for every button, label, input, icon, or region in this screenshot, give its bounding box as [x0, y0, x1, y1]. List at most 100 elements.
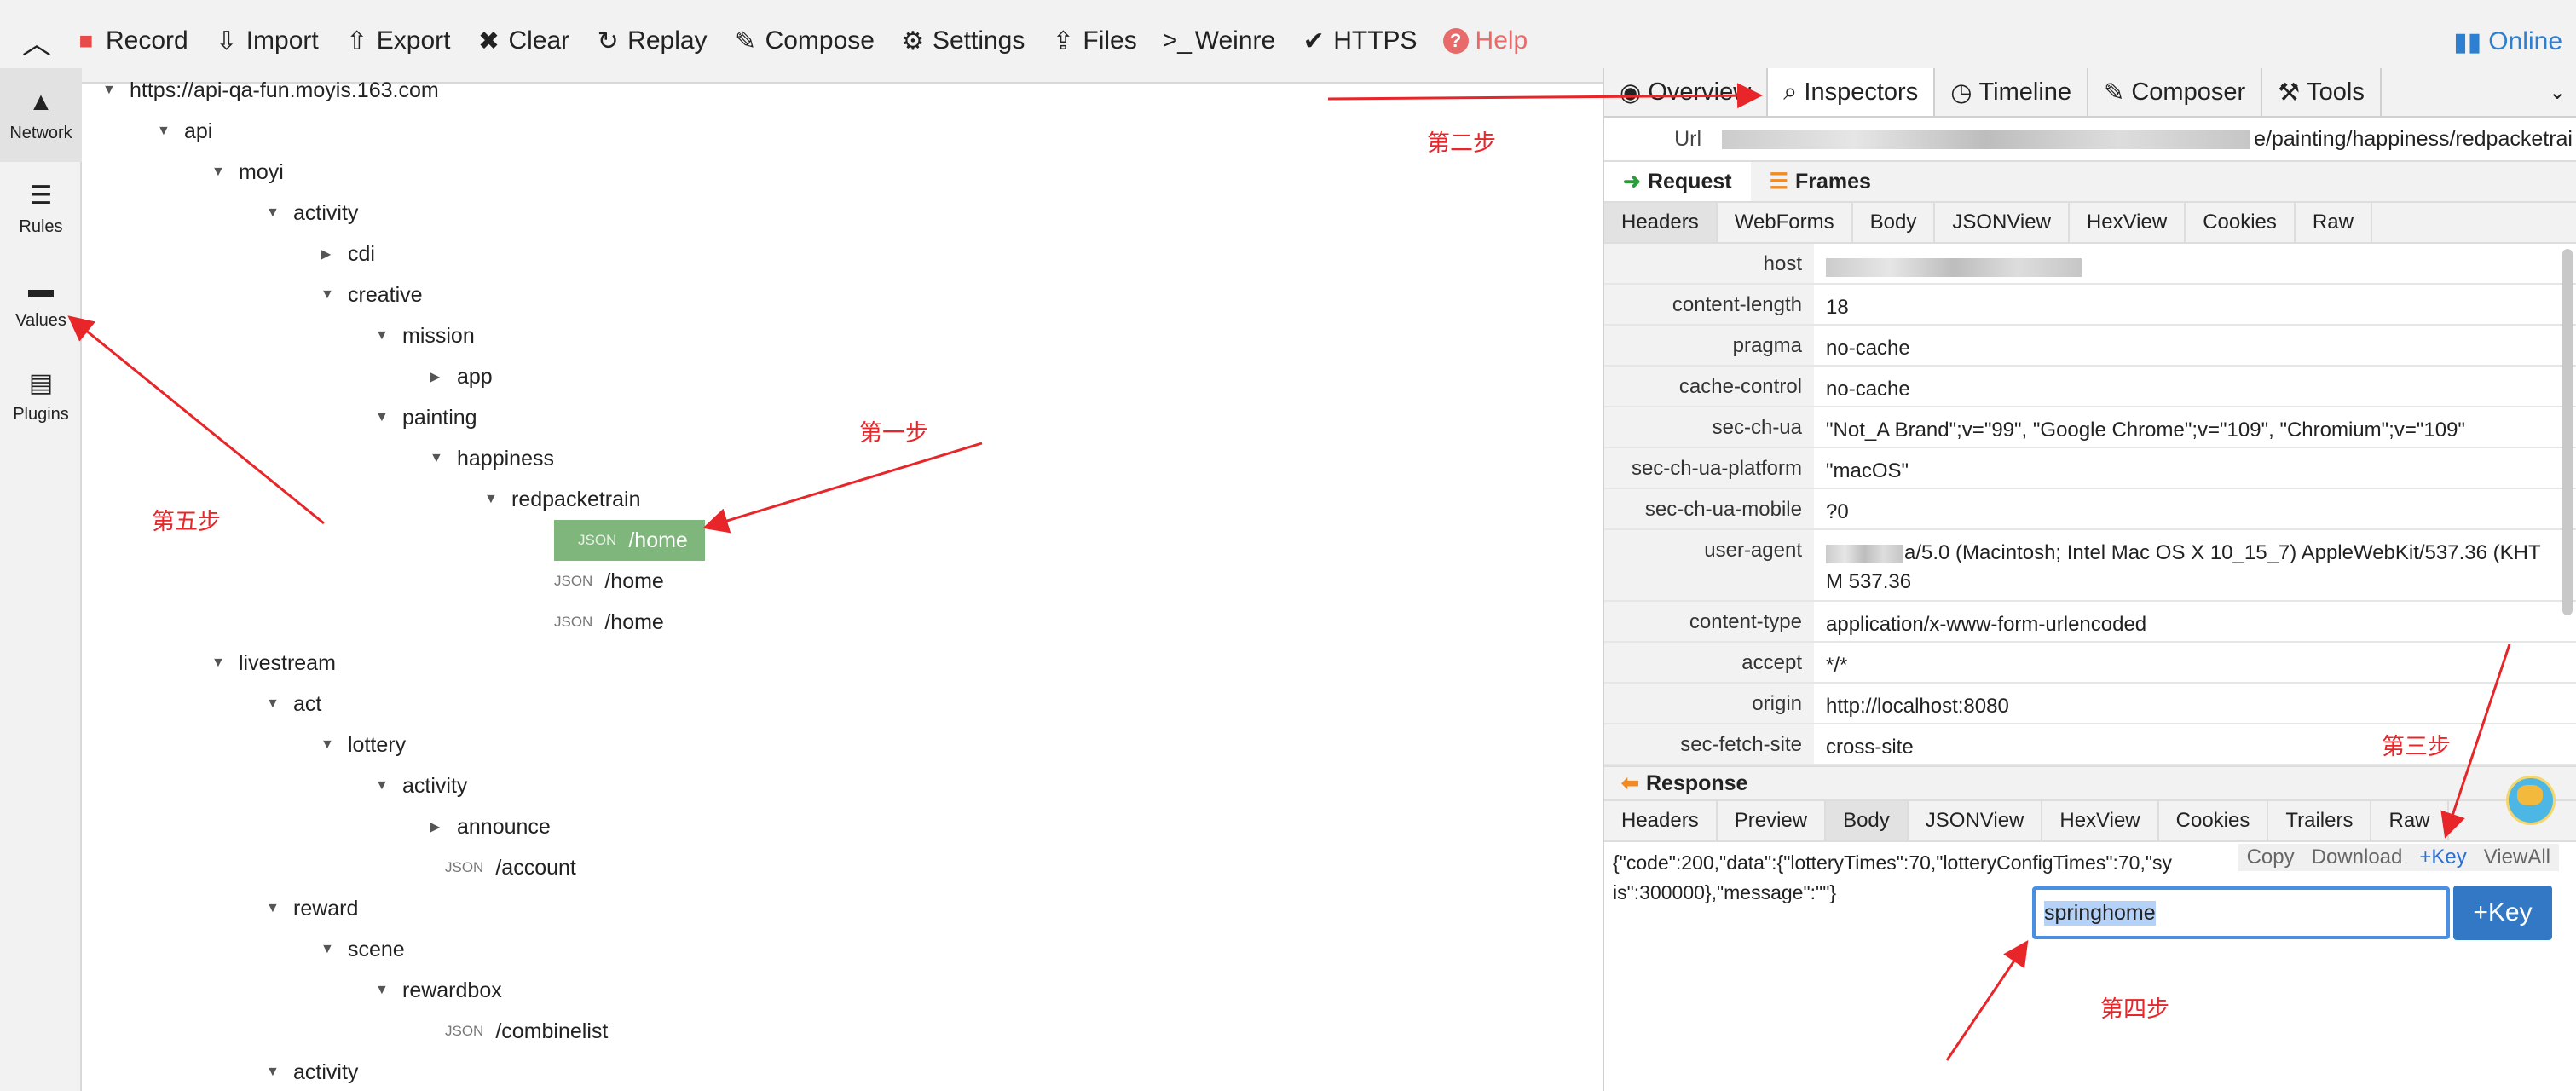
tree-folder-item[interactable]: ▼ mission: [375, 315, 475, 356]
weinre-button[interactable]: >_ Weinre: [1163, 26, 1275, 55]
clear-button[interactable]: ✖ Clear: [476, 26, 569, 56]
export-button[interactable]: ⇧ Export: [344, 26, 450, 56]
response-tab-cookies[interactable]: Cookies: [2159, 801, 2269, 840]
caret-right-icon[interactable]: ▶: [321, 245, 341, 263]
response-tab-body[interactable]: Body: [1826, 801, 1909, 840]
response-tab-trailers[interactable]: Trailers: [2268, 801, 2372, 840]
request-tab-hexview[interactable]: HexView: [2070, 203, 2186, 242]
tab-overview[interactable]: ◉ Overview: [1604, 68, 1769, 116]
header-value[interactable]: application/x-www-form-urlencoded: [1814, 602, 2576, 641]
header-value[interactable]: [1814, 244, 2576, 283]
request-tab[interactable]: ➜ Request: [1604, 162, 1751, 201]
tree-request-item[interactable]: JSON/combinelist: [445, 1011, 608, 1052]
header-value[interactable]: cross-site: [1814, 724, 2576, 764]
caret-down-icon[interactable]: ▼: [430, 451, 450, 466]
files-button[interactable]: ⇪ Files: [1050, 26, 1137, 56]
record-button[interactable]: ■ Record: [73, 26, 188, 55]
add-key-button[interactable]: +Key: [2453, 886, 2552, 940]
tree-folder-item[interactable]: ▼ scene: [321, 929, 405, 970]
response-header-bar[interactable]: ⬅ Response: [1604, 767, 2576, 801]
settings-button[interactable]: ⚙ Settings: [900, 26, 1025, 56]
caret-down-icon[interactable]: ▼: [321, 287, 341, 303]
header-value[interactable]: */*: [1814, 643, 2576, 682]
help-button[interactable]: ? Help: [1442, 26, 1528, 55]
replay-button[interactable]: ↻ Replay: [595, 26, 708, 56]
request-tab-cookies[interactable]: Cookies: [2186, 203, 2296, 242]
request-tab-raw[interactable]: Raw: [2296, 203, 2372, 242]
caret-down-icon[interactable]: ▼: [266, 1065, 286, 1080]
key-name-input[interactable]: springhome: [2032, 886, 2450, 939]
tree-folder-item[interactable]: ▶ announce: [430, 806, 551, 847]
caret-down-icon[interactable]: ▼: [321, 942, 341, 957]
url-value[interactable]: e/painting/happiness/redpacketrai: [1718, 127, 2576, 152]
header-value[interactable]: "macOS": [1814, 448, 2576, 488]
caret-down-icon[interactable]: ▼: [375, 328, 396, 343]
response-tab-preview[interactable]: Preview: [1718, 801, 1827, 840]
frames-tab[interactable]: ☰ Frames: [1751, 162, 1890, 201]
avatar[interactable]: [2506, 776, 2556, 825]
tree-request-item[interactable]: JSON/home: [554, 602, 664, 643]
download-button[interactable]: Download: [2303, 846, 2411, 869]
chevron-down-icon[interactable]: ⌄: [2538, 68, 2576, 116]
viewall-button[interactable]: ViewAll: [2475, 846, 2559, 869]
tree-folder-item[interactable]: ▼ happiness: [430, 438, 554, 479]
tree-folder-item[interactable]: ▼ activity: [375, 765, 467, 806]
tree-folder-item[interactable]: ▼ api: [157, 111, 212, 152]
header-value[interactable]: no-cache: [1814, 326, 2576, 365]
tree-folder-item[interactable]: ▼ activity: [266, 193, 358, 234]
copy-button[interactable]: Copy: [2238, 846, 2303, 869]
caret-down-icon[interactable]: ▼: [375, 410, 396, 425]
caret-down-icon[interactable]: ▼: [375, 778, 396, 794]
tree-folder-item[interactable]: ▶ cdi: [321, 234, 375, 274]
request-tab-headers[interactable]: Headers: [1604, 203, 1718, 242]
headers-scrollbar[interactable]: [2562, 249, 2573, 615]
response-tab-raw[interactable]: Raw: [2371, 801, 2449, 840]
caret-right-icon[interactable]: ▶: [430, 818, 450, 835]
caret-down-icon[interactable]: ▼: [211, 655, 232, 671]
https-button[interactable]: ✔ HTTPS: [1301, 26, 1418, 56]
tab-composer[interactable]: ✎ Composer: [2088, 68, 2263, 116]
response-tab-hexview[interactable]: HexView: [2042, 801, 2159, 840]
header-value[interactable]: a/5.0 (Macintosh; Intel Mac OS X 10_15_7…: [1814, 530, 2576, 600]
tab-timeline[interactable]: ◷ Timeline: [1935, 68, 2089, 116]
tree-folder-item[interactable]: ▼ activity: [266, 1052, 358, 1091]
tree-folder-item[interactable]: ▼ https://api-qa-fun.moyis.163.com: [102, 70, 439, 111]
caret-down-icon[interactable]: ▼: [102, 83, 123, 98]
response-tab-jsonview[interactable]: JSONView: [1909, 801, 2043, 840]
tree-folder-item[interactable]: ▼ livestream: [211, 643, 336, 684]
caret-down-icon[interactable]: ▼: [266, 696, 286, 712]
tab-inspectors[interactable]: ⌕ Inspectors: [1768, 68, 1936, 116]
header-value[interactable]: no-cache: [1814, 367, 2576, 406]
header-value[interactable]: http://localhost:8080: [1814, 684, 2576, 723]
caret-down-icon[interactable]: ▼: [375, 983, 396, 998]
header-value[interactable]: ?0: [1814, 489, 2576, 528]
caret-down-icon[interactable]: ▼: [266, 205, 286, 221]
key-button[interactable]: +Key: [2411, 846, 2475, 869]
sidebar-item-plugins[interactable]: ▤ Plugins: [0, 349, 82, 443]
tree-folder-item[interactable]: ▶ app: [430, 356, 493, 397]
tree-request-item[interactable]: JSON/home: [554, 561, 664, 602]
caret-down-icon[interactable]: ▼: [266, 901, 286, 916]
tree-folder-item[interactable]: ▼ reward: [266, 888, 358, 929]
sidebar-item-values[interactable]: ▬ Values: [0, 256, 82, 349]
header-value[interactable]: 18: [1814, 285, 2576, 324]
compose-button[interactable]: ✎ Compose: [733, 26, 875, 56]
import-button[interactable]: ⇩ Import: [214, 26, 319, 56]
sidebar-item-network[interactable]: ▲ Network: [0, 68, 82, 162]
tree-folder-item[interactable]: ▼ moyi: [211, 152, 284, 193]
tree-request-item[interactable]: JSON/home: [554, 520, 705, 561]
sidebar-item-rules[interactable]: ☰ Rules: [0, 162, 82, 256]
request-tab-jsonview[interactable]: JSONView: [1935, 203, 2070, 242]
request-tab-body[interactable]: Body: [1853, 203, 1936, 242]
tab-tools[interactable]: ⚒ Tools: [2262, 68, 2382, 116]
tree-folder-item[interactable]: ▼ act: [266, 684, 321, 724]
header-value[interactable]: "Not_A Brand";v="99", "Google Chrome";v=…: [1814, 407, 2576, 447]
caret-down-icon[interactable]: ▼: [211, 165, 232, 180]
tree-folder-item[interactable]: ▼ lottery: [321, 724, 406, 765]
response-tab-headers[interactable]: Headers: [1604, 801, 1718, 840]
tree-folder-item[interactable]: ▼ creative: [321, 274, 423, 315]
tree-folder-item[interactable]: ▼ painting: [375, 397, 477, 438]
tree-folder-item[interactable]: ▼ rewardbox: [375, 970, 502, 1011]
request-tab-webforms[interactable]: WebForms: [1718, 203, 1853, 242]
caret-right-icon[interactable]: ▶: [430, 368, 450, 385]
